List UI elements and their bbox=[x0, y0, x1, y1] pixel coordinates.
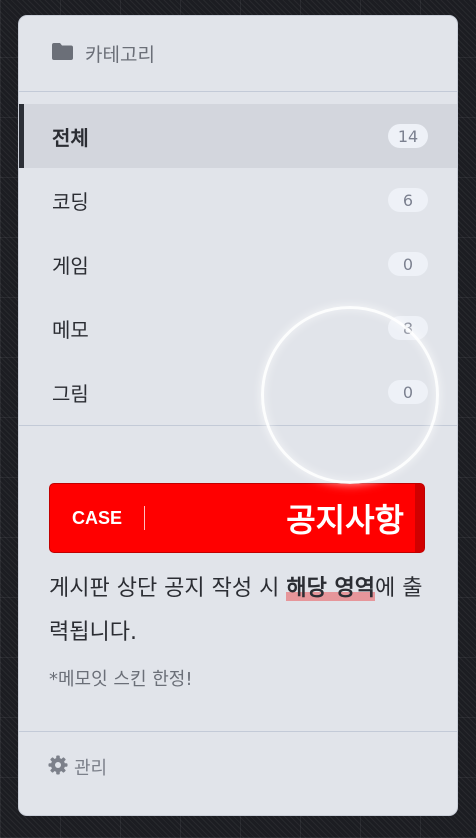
banner-edge bbox=[415, 484, 424, 552]
category-count-badge: 0 bbox=[388, 380, 428, 404]
banner-divider bbox=[144, 506, 146, 530]
notice-note: *메모잇 스킨 한정! bbox=[49, 669, 193, 690]
category-name: 게임 bbox=[52, 253, 89, 278]
category-name: 코딩 bbox=[52, 189, 89, 214]
category-count-badge: 6 bbox=[388, 188, 428, 212]
desc-highlight: 해당 영역 bbox=[286, 576, 375, 601]
manage-link[interactable]: 관리 bbox=[19, 732, 457, 801]
desc-text: 게시판 상단 공지 작성 시 bbox=[49, 576, 287, 601]
category-item-game[interactable]: 게임 0 bbox=[19, 232, 457, 296]
notice-title: 공지사항 bbox=[286, 501, 404, 539]
category-item-coding[interactable]: 코딩 6 bbox=[19, 168, 457, 232]
category-item-all[interactable]: 전체 14 bbox=[19, 104, 457, 168]
category-name: 전체 bbox=[52, 125, 89, 150]
category-item-memo[interactable]: 메모 8 bbox=[19, 296, 457, 360]
notice-description: 게시판 상단 공지 작성 시 해당 영역에 출력됩니다. bbox=[49, 567, 427, 655]
category-item-drawing[interactable]: 그림 0 bbox=[19, 360, 457, 424]
category-name: 메모 bbox=[52, 317, 89, 342]
category-header: 카테고리 bbox=[19, 16, 457, 92]
notice-section: CASE 공지사항 게시판 상단 공지 작성 시 해당 영역에 출력됩니다. *… bbox=[19, 426, 457, 732]
category-count-badge: 14 bbox=[388, 124, 428, 148]
category-count-badge: 8 bbox=[388, 316, 428, 340]
notice-banner: CASE 공지사항 bbox=[49, 483, 425, 553]
category-list: 전체 14 코딩 6 게임 0 메모 8 그림 0 bbox=[19, 92, 457, 426]
category-name: 그림 bbox=[52, 381, 89, 406]
category-count-badge: 0 bbox=[388, 252, 428, 276]
case-label: CASE bbox=[72, 507, 123, 528]
category-panel: 카테고리 전체 14 코딩 6 게임 0 메모 8 그림 0 CASE 공지사항 bbox=[18, 15, 458, 816]
category-title: 카테고리 bbox=[85, 44, 155, 66]
manage-label: 관리 bbox=[74, 757, 108, 779]
folder-icon bbox=[52, 43, 73, 64]
gear-icon bbox=[48, 755, 68, 779]
